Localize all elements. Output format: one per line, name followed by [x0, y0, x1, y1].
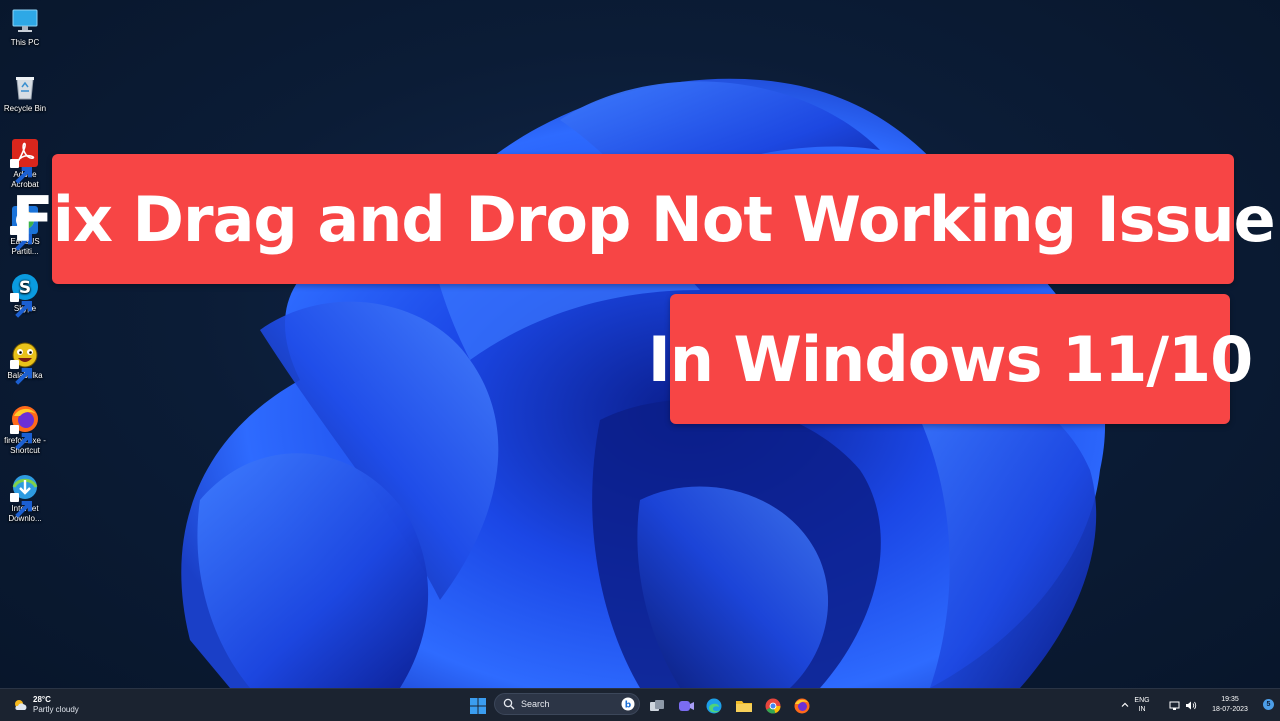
search-placeholder: Search — [521, 699, 550, 709]
start-button[interactable] — [467, 695, 489, 717]
title-banner-line2: In Windows 11/10 — [648, 294, 1253, 424]
skype-icon: S — [10, 272, 40, 318]
clock-date[interactable]: 19:35 18-07-2023 — [1200, 689, 1260, 721]
chrome-button[interactable] — [762, 695, 784, 717]
file-explorer-button[interactable] — [733, 695, 755, 717]
language-indicator[interactable]: ENG IN — [1130, 689, 1154, 721]
network-volume-group[interactable] — [1169, 689, 1197, 721]
recycle-bin-icon — [10, 72, 40, 102]
shortcut-arrow-icon — [10, 493, 32, 518]
shortcut-arrow-icon — [10, 425, 32, 450]
language-code: ENG — [1134, 697, 1150, 704]
desktop-icon-skype[interactable]: S Skype — [2, 272, 48, 318]
edge-icon — [706, 698, 722, 714]
adobe-acrobat-icon — [10, 138, 40, 184]
title-banner-line1: Fix Drag and Drop Not Working Issue — [11, 154, 1276, 284]
clock-time: 19:35 — [1221, 696, 1239, 703]
svg-text:b: b — [625, 701, 632, 711]
desktop-icon-this-pc[interactable]: This PC — [2, 6, 48, 48]
taskbar-search-box[interactable]: Search b — [494, 693, 640, 715]
network-icon — [1169, 701, 1180, 710]
internet-download-manager-icon — [10, 472, 40, 518]
bing-icon: b — [621, 697, 635, 711]
volume-icon — [1186, 701, 1197, 709]
firefox-taskbar-button[interactable] — [791, 695, 813, 717]
desktop-icon-recycle-bin[interactable]: Recycle Bin — [2, 72, 48, 114]
folder-icon — [736, 701, 752, 712]
taskbar: 28°C Partly cloudy ENG IN 19:35 18-07-20… — [0, 688, 1280, 721]
shortcut-arrow-icon — [10, 360, 32, 385]
balabolka-icon — [10, 339, 40, 385]
task-view-icon — [650, 700, 664, 711]
task-view-button[interactable] — [646, 695, 668, 717]
clock-date-text: 18-07-2023 — [1212, 706, 1248, 713]
desktop-icon-label: Recycle Bin — [3, 104, 47, 113]
notification-badge[interactable]: 5 — [1263, 699, 1274, 710]
chrome-icon — [765, 698, 781, 714]
partly-cloudy-icon — [15, 700, 27, 710]
shortcut-arrow-icon — [10, 293, 32, 318]
teams-chat-button[interactable] — [675, 695, 697, 717]
weather-widget[interactable]: 28°C Partly cloudy — [12, 695, 79, 715]
desktop: This PC Recycle Bin Adobe Acrobat EaseUS… — [0, 0, 1280, 688]
firefox-icon — [794, 698, 810, 714]
desktop-icon-firefox[interactable]: firefox.exe - Shortcut — [2, 404, 48, 456]
firefox-icon — [10, 404, 40, 450]
teams-chat-icon — [679, 701, 694, 711]
search-icon — [503, 698, 515, 710]
language-region: IN — [1138, 706, 1146, 713]
desktop-icon-balabolka[interactable]: Balabolka — [2, 339, 48, 385]
shortcut-arrow-icon — [10, 159, 32, 184]
computer-monitor-icon — [10, 6, 40, 36]
windows-logo-icon — [470, 698, 486, 714]
desktop-icon-idm[interactable]: Internet Downlo... — [2, 472, 48, 524]
chevron-up-icon — [1121, 702, 1129, 707]
desktop-icon-label: This PC — [10, 38, 40, 47]
edge-button[interactable] — [703, 695, 725, 717]
weather-temperature: 28°C — [33, 695, 51, 704]
weather-condition: Partly cloudy — [33, 705, 79, 714]
